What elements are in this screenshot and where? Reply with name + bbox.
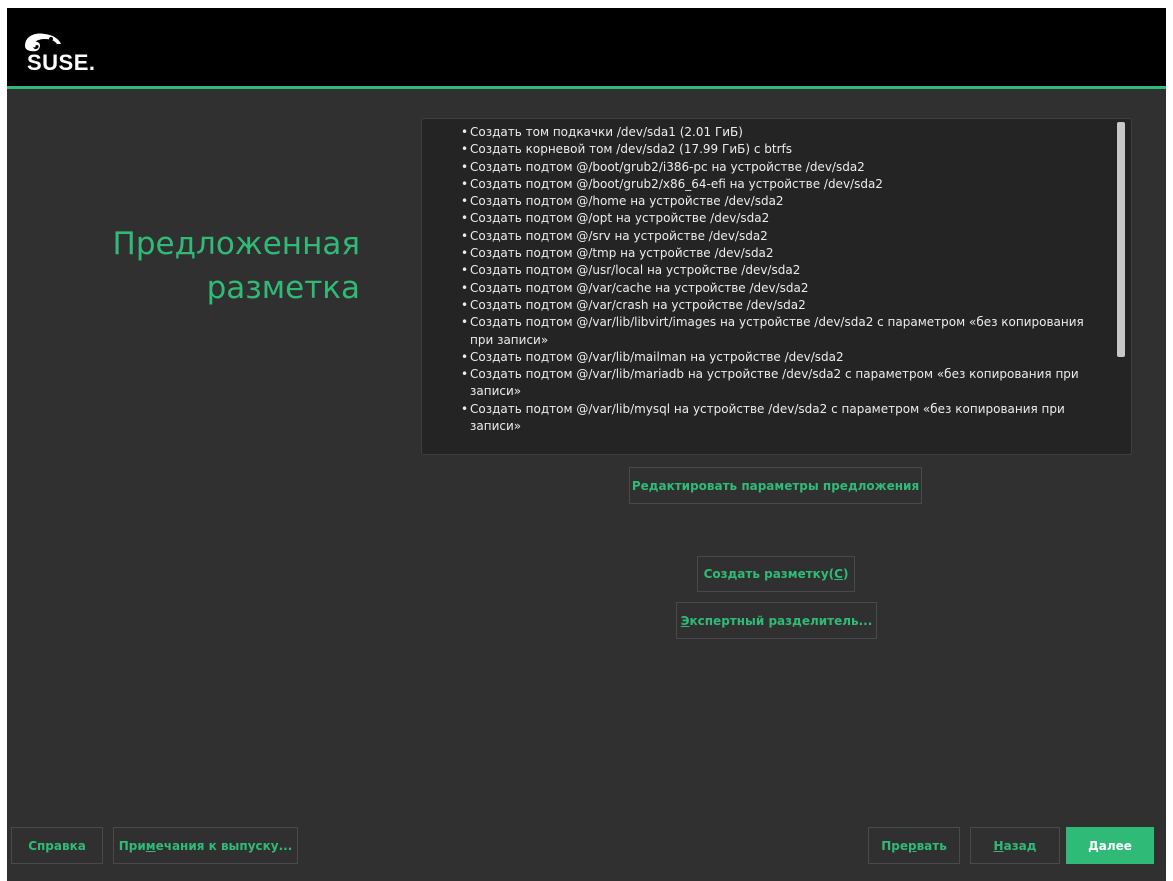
edit-proposal-settings-label: Редактировать параметры предложения [631,478,920,493]
create-partitioning-label-end: ) [842,567,849,581]
release-notes-mnemonic: м [145,838,156,853]
release-notes-label-end: ечания к выпуску... [155,838,293,853]
proposal-action-item: Создать подтом @/srv на устройстве /dev/… [461,228,1107,246]
expert-partitioner-mnemonic: Э [680,613,690,628]
proposal-action-item: Создать подтом @/var/crash на устройстве… [461,297,1107,315]
release-notes-label: При [118,838,146,853]
proposal-action-item: Создать подтом @/var/lib/libvirt/images … [461,314,1107,349]
back-label: азад [1003,838,1037,853]
page-title-line-2: разметка [206,270,360,306]
next-button[interactable]: Далее [1066,827,1154,864]
proposal-action-item: Создать подтом @/boot/grub2/i386-pc на у… [461,159,1107,177]
help-button[interactable]: Справка [11,827,103,864]
header-accent-line [7,86,1166,89]
create-partitioning-mnemonic: С [834,567,843,581]
next-label: алее [1098,838,1132,853]
create-partitioning-label: Создать разметку( [703,567,835,581]
page-title-line-1: Предложенная [112,226,360,262]
help-label: Справка [28,838,86,853]
proposal-actions-list: Создать том подкачки /dev/sda1 (2.01 ГиБ… [461,124,1107,436]
proposal-action-item: Создать подтом @/boot/grub2/x86_64-efi н… [461,176,1107,194]
expert-partitioner-button[interactable]: Экспертный разделитель... [676,602,877,639]
page-title: Предложенная разметка [70,222,360,310]
expert-partitioner-label: кспертный разделитель... [689,613,873,628]
proposal-action-item: Создать подтом @/var/lib/mailman на устр… [461,349,1107,367]
next-mnemonic: Д [1088,838,1099,853]
proposal-action-item: Создать подтом @/usr/local на устройстве… [461,262,1107,280]
proposal-action-item: Создать подтом @/home на устройстве /dev… [461,193,1107,211]
header-bar: SUSE. [7,8,1166,86]
proposal-action-item: Создать подтом @/tmp на устройстве /dev/… [461,245,1107,263]
abort-mnemonic: р [907,838,917,853]
proposal-summary-box[interactable]: Создать том подкачки /dev/sda1 (2.01 ГиБ… [421,118,1132,455]
proposal-action-item: Создать том подкачки /dev/sda1 (2.01 ГиБ… [461,124,1107,142]
proposal-action-item: Создать подтом @/var/cache на устройстве… [461,280,1107,298]
summary-scrollbar[interactable] [1117,122,1125,357]
abort-button[interactable]: Пре р вать [868,827,960,864]
back-button[interactable]: Назад [970,827,1060,864]
abort-label: Пре [881,838,908,853]
abort-label-end: вать [916,838,947,853]
back-mnemonic: Н [993,838,1004,853]
logo-wordmark: SUSE. [27,50,96,75]
suse-logo: SUSE. [21,30,131,76]
proposal-action-item: Создать подтом @/opt на устройстве /dev/… [461,210,1107,228]
proposal-action-item: Создать подтом @/var/lib/mariadb на устр… [461,366,1107,401]
edit-proposal-settings-button[interactable]: Редактировать параметры предложения [629,467,922,504]
proposal-action-item: Создать подтом @/var/lib/mysql на устрой… [461,401,1107,436]
create-partitioning-button[interactable]: Создать разметку(С) [697,556,855,592]
proposal-action-item: Создать корневой том /dev/sda2 (17.99 Ги… [461,141,1107,159]
release-notes-button[interactable]: При м ечания к выпуску... [113,827,298,864]
